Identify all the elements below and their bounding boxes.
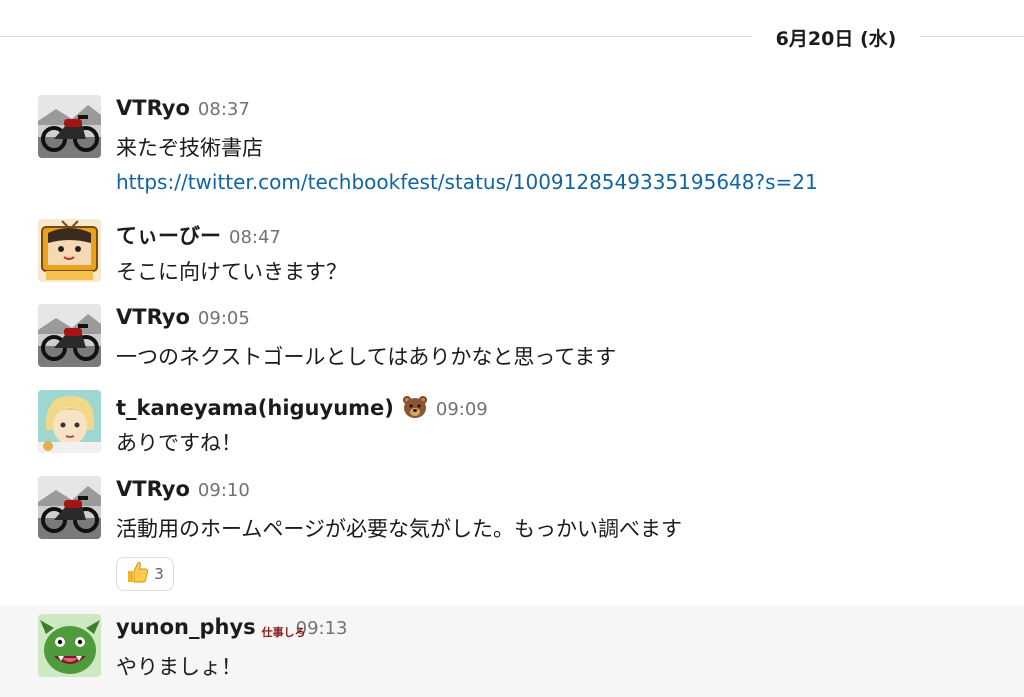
- message-item: VTRyo 09:10 活動用のホームページが必要な気がした。もっかい調べます …: [0, 469, 1024, 599]
- reaction-button[interactable]: 3: [116, 557, 174, 591]
- username[interactable]: VTRyo: [116, 477, 190, 501]
- username[interactable]: VTRyo: [116, 305, 190, 329]
- avatar[interactable]: [38, 476, 101, 539]
- message-item: VTRyo 09:05 一つのネクストゴールとしてはありかなと思ってます: [0, 297, 1024, 377]
- reaction-count: 3: [154, 565, 164, 583]
- motorcycle-avatar-icon: [38, 304, 101, 367]
- timestamp[interactable]: 08:47: [229, 227, 281, 248]
- avatar[interactable]: [38, 219, 101, 282]
- message-text: 来たぞ技術書店: [116, 136, 263, 160]
- message-text: そこに向けていきます？: [116, 260, 347, 284]
- avatar[interactable]: [38, 95, 101, 158]
- message-item: t_kaneyama(higuyume) 09:09 ありですね！: [0, 383, 1024, 463]
- date-divider-label[interactable]: 6月20日 (水): [760, 24, 912, 51]
- username[interactable]: てぃーびー: [116, 220, 221, 250]
- timestamp[interactable]: 09:10: [198, 480, 250, 501]
- message-text: 活動用のホームページが必要な気がした。もっかい調べます: [116, 517, 682, 541]
- message-text: やりましょ！: [116, 655, 242, 679]
- motorcycle-avatar-icon: [38, 95, 101, 158]
- username[interactable]: yunon_phys: [116, 615, 256, 639]
- timestamp[interactable]: 08:37: [198, 99, 250, 120]
- message-text: 一つのネクストゴールとしてはありかなと思ってます: [116, 345, 617, 369]
- status-emoji-text[interactable]: 仕事しろ: [262, 627, 306, 639]
- bear-face-icon[interactable]: [402, 395, 428, 419]
- message-link[interactable]: https://twitter.com/techbookfest/status/…: [116, 170, 818, 194]
- avatar[interactable]: [38, 614, 101, 677]
- message-text: ありですね！: [116, 431, 242, 455]
- motorcycle-avatar-icon: [38, 476, 101, 539]
- avatar[interactable]: [38, 304, 101, 367]
- message-item: VTRyo 08:37 来たぞ技術書店 https://twitter.com/…: [0, 88, 1024, 206]
- message-item: てぃーびー 08:47 そこに向けていきます？: [0, 212, 1024, 292]
- username[interactable]: t_kaneyama(higuyume): [116, 396, 394, 420]
- timestamp[interactable]: 09:09: [436, 399, 488, 420]
- date-divider: 6月20日 (水): [0, 22, 1024, 52]
- divider-line-left: [0, 36, 752, 37]
- green-monster-avatar-icon: [38, 614, 101, 677]
- message-item: yunon_phys 仕事しろ 09:13 やりましょ！: [0, 605, 1024, 697]
- divider-line-right: [920, 36, 1024, 37]
- timestamp[interactable]: 09:05: [198, 308, 250, 329]
- thumbs-up-icon: [126, 560, 150, 588]
- avatar[interactable]: [38, 390, 101, 453]
- blonde-character-avatar-icon: [38, 390, 101, 453]
- tv-character-avatar-icon: [38, 219, 101, 282]
- username[interactable]: VTRyo: [116, 96, 190, 120]
